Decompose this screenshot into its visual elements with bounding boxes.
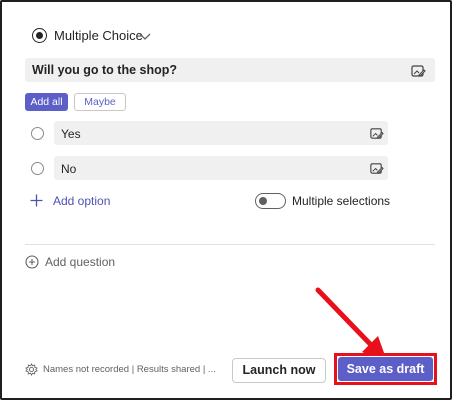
toggle-knob <box>259 197 267 205</box>
add-all-button[interactable]: Add all <box>25 93 68 111</box>
radio-selected-icon <box>32 28 47 43</box>
multiple-selections-label: Multiple selections <box>292 194 391 208</box>
edit-image-icon[interactable] <box>369 161 384 176</box>
add-question-button[interactable]: Add question <box>45 255 115 269</box>
poll-editor-panel: Multiple Choice Will you go to the shop?… <box>0 0 452 400</box>
edit-image-icon[interactable] <box>410 63 426 79</box>
question-text: Will you go to the shop? <box>32 63 178 77</box>
option-input[interactable] <box>54 156 388 180</box>
option-input[interactable] <box>54 121 388 145</box>
question-type-label[interactable]: Multiple Choice <box>54 28 143 44</box>
launch-now-button[interactable]: Launch now <box>232 358 326 383</box>
option-label: No <box>61 162 77 176</box>
option-radio-icon <box>31 162 44 175</box>
poll-settings-summary[interactable]: Names not recorded | Results shared | ..… <box>43 364 216 376</box>
maybe-button[interactable]: Maybe <box>74 93 126 111</box>
add-option-button[interactable]: Add option <box>53 194 110 208</box>
option-radio-icon <box>31 127 44 140</box>
chevron-down-icon[interactable] <box>138 29 152 43</box>
gear-icon[interactable] <box>25 363 38 376</box>
option-label: Yes <box>61 127 81 141</box>
plus-icon[interactable] <box>30 194 43 207</box>
divider <box>25 244 435 245</box>
multiple-selections-toggle[interactable] <box>255 193 286 209</box>
plus-circle-icon[interactable] <box>25 255 39 269</box>
save-as-draft-button[interactable]: Save as draft <box>338 357 433 381</box>
edit-image-icon[interactable] <box>369 126 384 141</box>
